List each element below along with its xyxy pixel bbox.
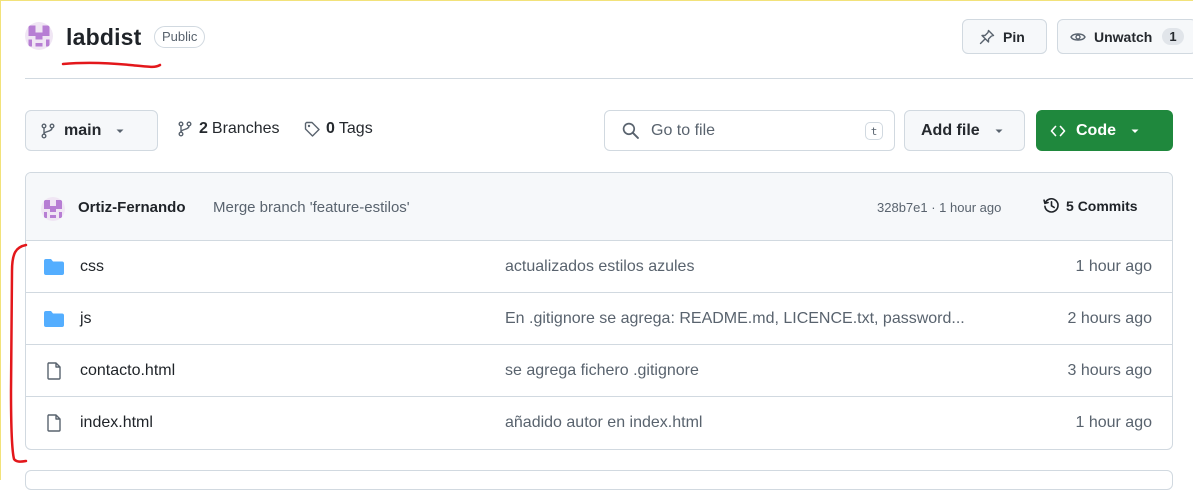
caret-down-icon [116,129,124,133]
readme-panel-edge [25,470,1173,490]
search-icon [622,122,639,139]
tags-link[interactable]: 0 Tags [304,120,373,138]
file-commit-date: 2 hours ago [1067,310,1152,327]
screenshot-frame-left [0,0,1,480]
tags-count: 0 [326,120,335,137]
screenshot-frame-top [0,0,1193,1]
add-file-label: Add file [921,121,980,139]
commit-hash-time[interactable]: 328b7e1 · 1 hour ago [877,200,1001,215]
branches-label: Branches [211,120,280,137]
file-commit-date: 1 hour ago [1075,414,1152,431]
unwatch-button[interactable]: Unwatch 1 [1057,19,1193,54]
history-icon [1043,198,1059,213]
pin-button[interactable]: Pin [962,19,1047,54]
file-icon [47,414,61,432]
branch-name: main [64,121,102,139]
red-underline-annotation [61,61,162,69]
eye-icon [1070,32,1086,41]
keyboard-shortcut-hint: t [865,122,883,140]
add-file-button[interactable]: Add file [904,110,1025,151]
go-to-file-search[interactable]: t [604,110,895,151]
watch-count: 1 [1162,28,1184,45]
commit-author-link[interactable]: Ortiz-Fernando [78,199,186,216]
visibility-badge: Public [154,26,206,48]
file-row[interactable]: index.html añadido autor en index.html 1… [26,397,1172,449]
branches-link[interactable]: 2 Branches [177,120,280,138]
file-commit-date: 3 hours ago [1067,362,1152,379]
pin-label: Pin [1003,28,1025,45]
commits-count: 5 [1066,197,1074,214]
file-name-link[interactable]: js [80,310,92,328]
file-name-link[interactable]: css [80,258,104,276]
file-name-link[interactable]: index.html [80,414,153,432]
file-row[interactable]: js En .gitignore se agrega: README.md, L… [26,293,1172,345]
folder-icon [44,311,64,327]
tags-label: Tags [338,120,373,137]
author-avatar[interactable] [41,197,65,221]
code-label: Code [1076,121,1116,139]
caret-down-icon [995,129,1003,133]
commits-label: Commits [1077,197,1138,214]
branch-selector-button[interactable]: main [25,110,158,151]
file-commit-message[interactable]: actualizados estilos azules [505,258,694,276]
file-row[interactable]: css actualizados estilos azules 1 hour a… [26,241,1172,293]
file-icon [47,362,61,380]
file-list: Ortiz-Fernando Merge branch 'feature-est… [25,172,1173,450]
code-button[interactable]: Code [1036,110,1173,151]
unwatch-label: Unwatch [1094,28,1153,45]
commit-message-link[interactable]: Merge branch 'feature-estilos' [213,199,410,216]
pin-icon [979,29,995,44]
file-row[interactable]: contacto.html se agrega fichero .gitigno… [26,345,1172,397]
latest-commit-row: Ortiz-Fernando Merge branch 'feature-est… [26,173,1172,241]
file-commit-message[interactable]: añadido autor en index.html [505,414,702,432]
file-commit-date: 1 hour ago [1075,258,1152,275]
repo-name-link[interactable]: labdist [66,24,142,51]
file-name-link[interactable]: contacto.html [80,362,175,380]
branches-count: 2 [199,120,208,137]
git-branch-icon [178,121,192,137]
caret-down-icon [1131,129,1139,133]
header-divider [25,78,1193,79]
file-commit-message[interactable]: En .gitignore se agrega: README.md, LICE… [505,310,965,328]
git-branch-icon [41,123,55,138]
folder-icon [44,259,64,275]
owner-avatar[interactable] [25,22,53,50]
code-icon [1050,125,1066,136]
commits-history-link[interactable]: 5 Commits [1043,197,1138,214]
red-bracket-annotation [9,243,28,463]
file-commit-message[interactable]: se agrega fichero .gitignore [505,362,699,380]
tag-icon [304,121,320,137]
search-input[interactable] [649,120,853,141]
